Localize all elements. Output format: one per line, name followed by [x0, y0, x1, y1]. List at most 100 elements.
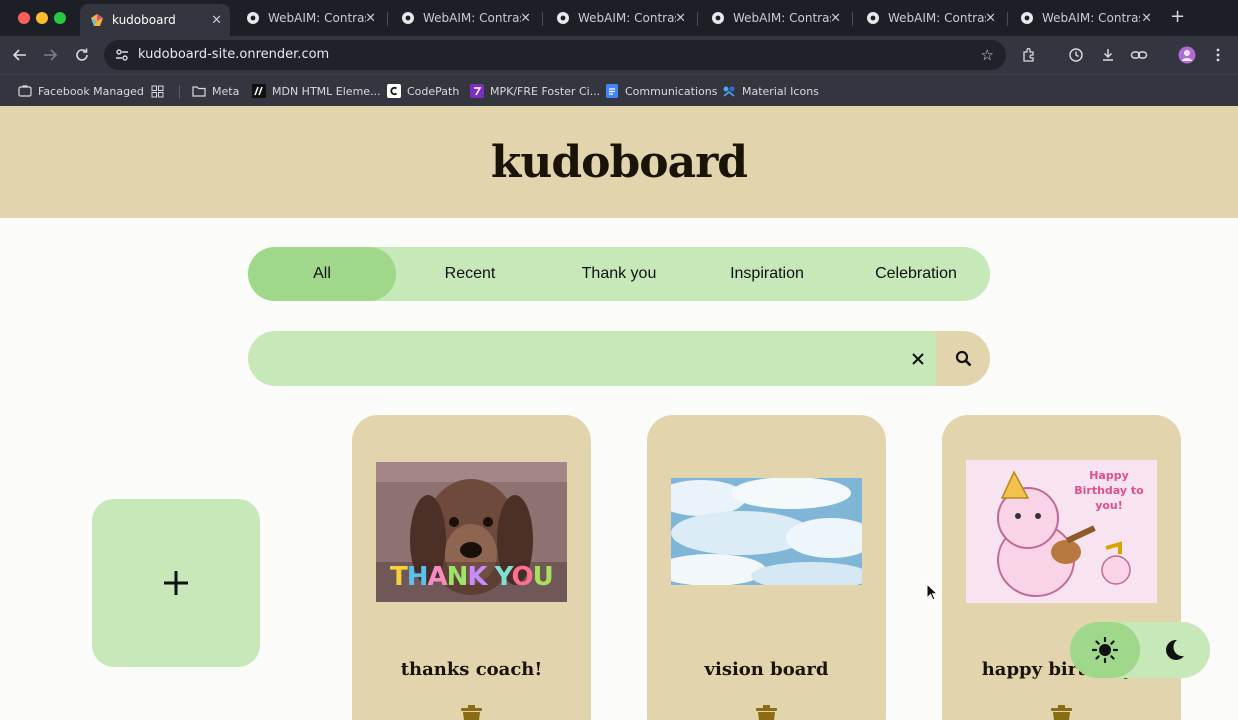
- overlay-letter: Y: [494, 562, 513, 592]
- filter-thank-you[interactable]: Thank you: [545, 247, 693, 301]
- bookmark-communications[interactable]: Communications: [605, 81, 717, 101]
- board-title: vision board: [704, 659, 829, 680]
- tab-close-icon[interactable]: ×: [830, 11, 841, 26]
- overlay-letter: O: [511, 562, 534, 592]
- bookmark-mdn[interactable]: MDN HTML Eleme...: [252, 81, 381, 101]
- profile-avatar-icon[interactable]: [1177, 45, 1197, 65]
- overlay-letter: N: [446, 562, 469, 592]
- tab-title: WebAIM: Contrast: [888, 11, 986, 25]
- close-icon: [912, 352, 924, 365]
- light-mode-button[interactable]: [1070, 622, 1140, 678]
- window-close-button[interactable]: [18, 12, 30, 24]
- filter-celebration[interactable]: Celebration: [842, 247, 990, 301]
- reload-icon[interactable]: [72, 45, 92, 65]
- webaim-gear-favicon-icon: [556, 11, 570, 25]
- tab-title: WebAIM: Contrast: [268, 11, 366, 25]
- extensions-puzzle-icon[interactable]: [1019, 45, 1039, 65]
- theme-toggle: [1070, 622, 1210, 678]
- plus-icon: [164, 571, 188, 595]
- webaim-gear-favicon-icon: [401, 11, 415, 25]
- tab-webaim-2[interactable]: WebAIM: Contrast ×: [391, 4, 539, 32]
- tab-close-icon[interactable]: ×: [211, 13, 222, 28]
- material-icons-logo-icon: [722, 84, 736, 98]
- bookmark-folder-meta[interactable]: Meta: [192, 81, 239, 101]
- codepath-logo-icon: [387, 84, 401, 98]
- webaim-gear-favicon-icon: [246, 11, 260, 25]
- filter-all[interactable]: All: [248, 247, 396, 301]
- search-button[interactable]: [936, 331, 990, 386]
- tab-close-icon[interactable]: ×: [365, 11, 376, 26]
- tab-kudoboard[interactable]: kudoboard ×: [80, 4, 230, 36]
- tab-webaim-1[interactable]: WebAIM: Contrast ×: [236, 4, 384, 32]
- overlay-letter: U: [532, 562, 554, 592]
- board-card[interactable]: vision board: [647, 415, 886, 720]
- webaim-gear-favicon-icon: [711, 11, 725, 25]
- tab-webaim-3[interactable]: WebAIM: Contrast ×: [546, 4, 694, 32]
- overlay-letter: K: [467, 562, 487, 592]
- tab-title: WebAIM: Contrast: [578, 11, 676, 25]
- board-image-cat-birthday: Happy Birthday to you!: [966, 460, 1157, 603]
- search-icon: [955, 350, 971, 367]
- tab-close-icon[interactable]: ×: [1141, 11, 1152, 26]
- tab-title: WebAIM: Contrast: [733, 11, 831, 25]
- briefcase-folder-icon: [18, 84, 32, 98]
- webaim-gear-favicon-icon: [1020, 11, 1034, 25]
- sun-icon: [1092, 637, 1118, 663]
- bookmark-facebook-managed[interactable]: Facebook Managed: [18, 81, 144, 101]
- tab-webaim-6[interactable]: WebAIM: Contrast ×: [1010, 4, 1160, 32]
- forward-arrow-icon[interactable]: [40, 45, 60, 65]
- new-tab-button[interactable]: +: [1170, 8, 1185, 26]
- overlay-letter: A: [427, 562, 448, 592]
- folder-icon: [192, 84, 206, 98]
- mdn-logo-icon: [252, 84, 266, 98]
- history-icon[interactable]: [1066, 45, 1086, 65]
- thank-you-overlay-text: THANK YOU: [390, 562, 554, 592]
- site-title: kudoboard: [490, 136, 748, 188]
- download-icon[interactable]: [1098, 45, 1118, 65]
- bookmark-star-icon[interactable]: ☆: [981, 46, 994, 64]
- bookmark-material-icons[interactable]: Material Icons: [722, 81, 819, 101]
- mouse-pointer-icon: [926, 582, 939, 605]
- delete-board-trash-icon[interactable]: [461, 705, 482, 720]
- site-header: kudoboard: [0, 106, 1238, 218]
- overlay-letter: T: [390, 562, 408, 592]
- browser-tab-bar: kudoboard × WebAIM: Contrast × WebAIM: C…: [0, 0, 1238, 36]
- site-info-icon[interactable]: [114, 47, 130, 67]
- clear-search-button[interactable]: [900, 331, 936, 386]
- back-arrow-icon[interactable]: [10, 45, 30, 65]
- window-minimize-button[interactable]: [36, 12, 48, 24]
- browser-menu-icon[interactable]: [1208, 45, 1228, 65]
- tab-close-icon[interactable]: ×: [985, 11, 996, 26]
- bookmark-apps[interactable]: [150, 81, 170, 101]
- add-board-button[interactable]: [92, 499, 260, 667]
- search-input[interactable]: [268, 343, 888, 373]
- tab-title: WebAIM: Contrast: [423, 11, 521, 25]
- webaim-gear-favicon-icon: [866, 11, 880, 25]
- overlay-letter: [487, 562, 495, 592]
- board-title: thanks coach!: [400, 659, 543, 680]
- filter-recent[interactable]: Recent: [396, 247, 544, 301]
- kudoboard-favicon-icon: [90, 13, 104, 27]
- tab-close-icon[interactable]: ×: [675, 11, 686, 26]
- dark-mode-button[interactable]: [1146, 622, 1202, 678]
- url-text: kudoboard-site.onrender.com: [138, 47, 330, 62]
- window-zoom-button[interactable]: [54, 12, 66, 24]
- link-icon[interactable]: [1129, 45, 1149, 65]
- filter-inspiration[interactable]: Inspiration: [693, 247, 841, 301]
- address-bar[interactable]: kudoboard-site.onrender.com ☆: [104, 40, 1006, 70]
- apps-grid-icon: [150, 84, 164, 98]
- category-filter-bar: All Recent Thank you Inspiration Celebra…: [248, 247, 990, 301]
- mpk-logo-icon: [470, 84, 484, 98]
- tab-webaim-5[interactable]: WebAIM: Contrast ×: [856, 4, 1004, 32]
- bookmark-codepath[interactable]: CodePath: [387, 81, 459, 101]
- search-bar: [248, 331, 990, 386]
- board-card[interactable]: THANK YOU thanks coach!: [352, 415, 591, 720]
- tab-close-icon[interactable]: ×: [520, 11, 531, 26]
- tab-webaim-4[interactable]: WebAIM: Contrast ×: [701, 4, 849, 32]
- delete-board-trash-icon[interactable]: [1051, 705, 1072, 720]
- delete-board-trash-icon[interactable]: [756, 705, 777, 720]
- browser-toolbar: kudoboard-site.onrender.com ☆: [0, 36, 1238, 74]
- google-docs-icon: [605, 84, 619, 98]
- bookmark-mpk-fre[interactable]: MPK/FRE Foster Ci...: [470, 81, 600, 101]
- happy-birthday-overlay-text: Happy Birthday to you!: [1074, 469, 1144, 512]
